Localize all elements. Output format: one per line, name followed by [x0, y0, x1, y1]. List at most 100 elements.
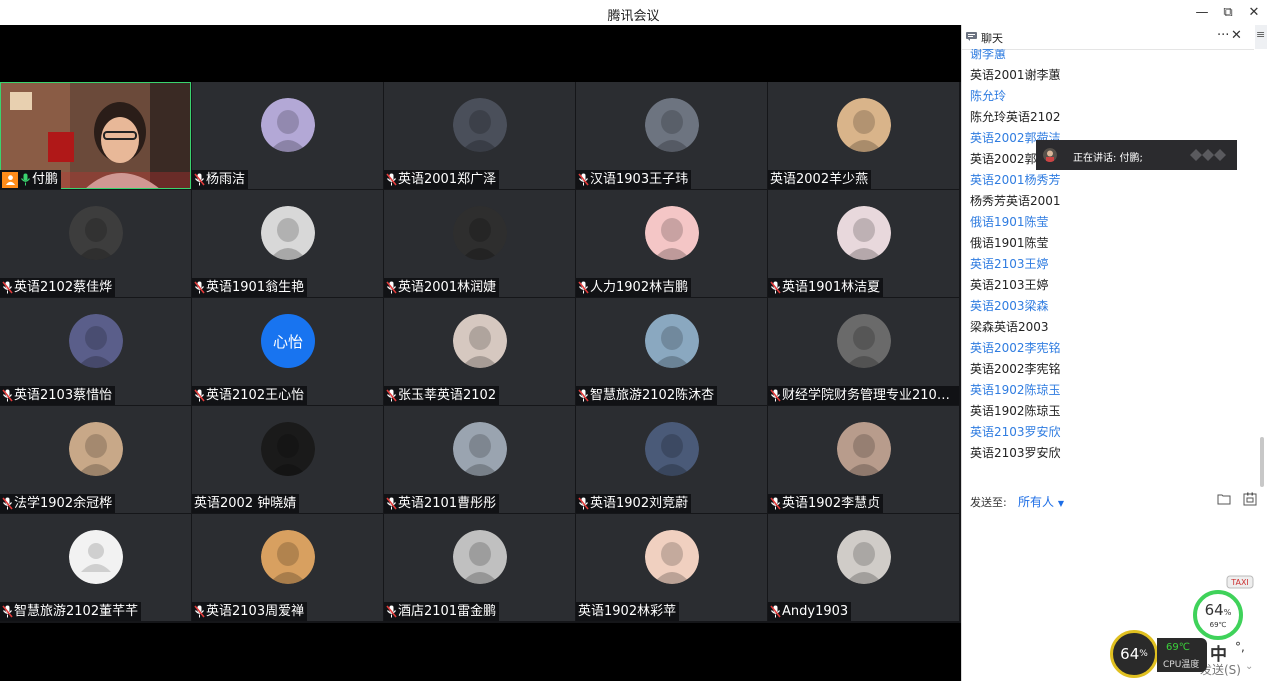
- chat-bubble-icon: [966, 32, 977, 41]
- participant-tile[interactable]: 智慧旅游2102陈沐杏: [576, 298, 767, 405]
- participant-name-bar: 英语2101曹彤彤: [384, 494, 500, 513]
- chat-sender[interactable]: 英语2002李宪铭: [970, 340, 1061, 356]
- minimize-button[interactable]: —: [1189, 0, 1215, 25]
- participant-name-bar: 英语2002 钟晓婧: [192, 494, 300, 513]
- cpu-usage-widget[interactable]: 64%: [1110, 630, 1158, 678]
- side-panel-toggle[interactable]: ≡: [1255, 25, 1267, 49]
- chat-message-text: 俄语1901陈莹: [970, 236, 1049, 250]
- chat-sender[interactable]: 俄语1901陈莹: [970, 214, 1049, 230]
- avatar-photo: [837, 98, 891, 152]
- window-controls: — ⧉ ✕: [1189, 0, 1267, 25]
- participant-name: 英语1902李慧贞: [782, 496, 881, 511]
- participant-tile[interactable]: 英语2103蔡惜怡: [0, 298, 191, 405]
- chat-sender[interactable]: 英语2003梁森: [970, 298, 1049, 314]
- avatar-photo: [69, 206, 123, 260]
- screenshot-icon[interactable]: [1243, 492, 1257, 506]
- avatar-photo: [261, 206, 315, 260]
- participant-tile[interactable]: 英语1901翁生艳: [192, 190, 383, 297]
- participant-tile[interactable]: 英语2002 钟晓婧: [192, 406, 383, 513]
- speaker-avatar: [1043, 148, 1057, 162]
- host-icon: [2, 171, 18, 188]
- participant-name-bar: 英语1901翁生艳: [192, 278, 308, 297]
- chat-close-button[interactable]: ✕: [1231, 28, 1242, 43]
- memory-ball-widget[interactable]: 64% 69℃: [1193, 590, 1243, 640]
- participant-tile[interactable]: 财经学院财务管理专业2102...: [768, 298, 959, 405]
- file-icon[interactable]: [1217, 493, 1231, 505]
- avatar-photo: [645, 530, 699, 584]
- participant-name-bar: 英语2102王心怡: [192, 386, 308, 405]
- participant-name-bar: 英语1902刘竞蔚: [576, 494, 692, 513]
- participant-name: 英语2103周爱禅: [206, 604, 305, 619]
- ball-percent: 64: [1204, 600, 1224, 619]
- participant-tile[interactable]: 英语2102蔡佳烨: [0, 190, 191, 297]
- participant-name-bar: 汉语1903王子玮: [576, 170, 692, 189]
- speaking-indicator: 正在讲话: 付鹏;: [1036, 140, 1237, 170]
- title-bar: 腾讯会议 — ⧉ ✕: [0, 0, 1267, 25]
- participant-tile[interactable]: 英语1902刘竞蔚: [576, 406, 767, 513]
- participant-tile[interactable]: 英语1901林洁夏: [768, 190, 959, 297]
- avatar-photo: [837, 206, 891, 260]
- participant-name: 英语2002 钟晓婧: [194, 496, 297, 511]
- chat-sender[interactable]: 陈允玲: [970, 88, 1006, 104]
- chat-sender[interactable]: 英语2103罗安欣: [970, 424, 1061, 440]
- send-options-icon[interactable]: ⌄: [1245, 661, 1253, 672]
- participant-tile[interactable]: 杨雨洁: [192, 82, 383, 189]
- mic-muted-icon: [2, 605, 13, 618]
- avatar: [645, 206, 699, 260]
- participant-tile[interactable]: 智慧旅游2102董芊芊: [0, 514, 191, 621]
- participant-tile[interactable]: 英语2001林润婕: [384, 190, 575, 297]
- chat-sender[interactable]: 英语2001杨秀芳: [970, 172, 1061, 188]
- chat-sender[interactable]: 英语2103王婷: [970, 256, 1049, 272]
- participant-tile[interactable]: Andy1903: [768, 514, 959, 621]
- send-to-dropdown[interactable]: 所有人 ▼: [1018, 493, 1064, 510]
- avatar-photo: [69, 422, 123, 476]
- restore-button[interactable]: ⧉: [1215, 0, 1241, 25]
- ime-punct-indicator[interactable]: °,: [1235, 640, 1245, 654]
- avatar: [261, 98, 315, 152]
- speaking-wave-icon: [1190, 149, 1226, 161]
- chat-message-text: 英语2103罗安欣: [970, 446, 1061, 460]
- close-button[interactable]: ✕: [1241, 0, 1267, 25]
- chat-sender[interactable]: 谢李蕙: [970, 49, 1006, 62]
- window-title: 腾讯会议: [607, 9, 660, 24]
- participant-tile[interactable]: 张玉莘英语2102: [384, 298, 575, 405]
- participant-tile[interactable]: 心怡 英语2102王心怡: [192, 298, 383, 405]
- avatar: [69, 422, 123, 476]
- avatar-photo: [837, 422, 891, 476]
- chat-message-text: 英语2002李宪铭: [970, 362, 1061, 376]
- send-to-value: 所有人: [1018, 495, 1055, 509]
- chat-message-list[interactable]: 谢李蕙 英语2001谢李蕙 陈允玲 陈允玲英语2102 英语2002郭菀洁 英语2002郭…: [962, 49, 1260, 486]
- participant-tile[interactable]: 英语2001郑广泽: [384, 82, 575, 189]
- participant-tile[interactable]: 英语1902李慧贞: [768, 406, 959, 513]
- avatar-photo: [453, 422, 507, 476]
- avatar: [69, 206, 123, 260]
- participant-name: 英语1901翁生艳: [206, 280, 305, 295]
- participant-name: 法学1902余冠桦: [14, 496, 113, 511]
- chat-sender[interactable]: 英语1902陈琼玉: [970, 382, 1061, 398]
- menu-icon: ≡: [1256, 28, 1266, 41]
- participant-tile[interactable]: 英语2103周爱禅: [192, 514, 383, 621]
- participant-name-bar: 英语1901林洁夏: [768, 278, 884, 297]
- avatar: [453, 422, 507, 476]
- chat-more-button[interactable]: ···: [1217, 28, 1229, 43]
- participant-tile[interactable]: 付鹏: [0, 82, 191, 189]
- participant-tile[interactable]: 英语1902林彩苹: [576, 514, 767, 621]
- avatar: [837, 314, 891, 368]
- ball-temp: 69℃: [1209, 620, 1227, 629]
- avatar-photo: [837, 314, 891, 368]
- ime-mode-indicator[interactable]: 中: [1210, 640, 1227, 665]
- participant-tile[interactable]: 汉语1903王子玮: [576, 82, 767, 189]
- participant-tile[interactable]: 英语2002羊少燕: [768, 82, 959, 189]
- participant-name: 汉语1903王子玮: [590, 172, 689, 187]
- chat-scrollbar[interactable]: [1260, 437, 1264, 487]
- participant-tile[interactable]: 英语2101曹彤彤: [384, 406, 575, 513]
- participant-name: 智慧旅游2102陈沐杏: [590, 388, 715, 403]
- participant-name-bar: 英语2001林润婕: [384, 278, 500, 297]
- participant-tile[interactable]: 酒店2101雷金鹏: [384, 514, 575, 621]
- participant-tile[interactable]: 法学1902余冠桦: [0, 406, 191, 513]
- mic-muted-icon: [2, 389, 13, 402]
- participant-tile[interactable]: 人力1902林吉鹏: [576, 190, 767, 297]
- chat-message-text: 杨秀芳英语2001: [970, 194, 1061, 208]
- mic-muted-icon: [770, 497, 781, 510]
- participant-grid: 付鹏 杨雨洁 英语2001郑广泽 汉语1903王子玮 英语2002羊少燕英语2102蔡佳…: [0, 82, 961, 623]
